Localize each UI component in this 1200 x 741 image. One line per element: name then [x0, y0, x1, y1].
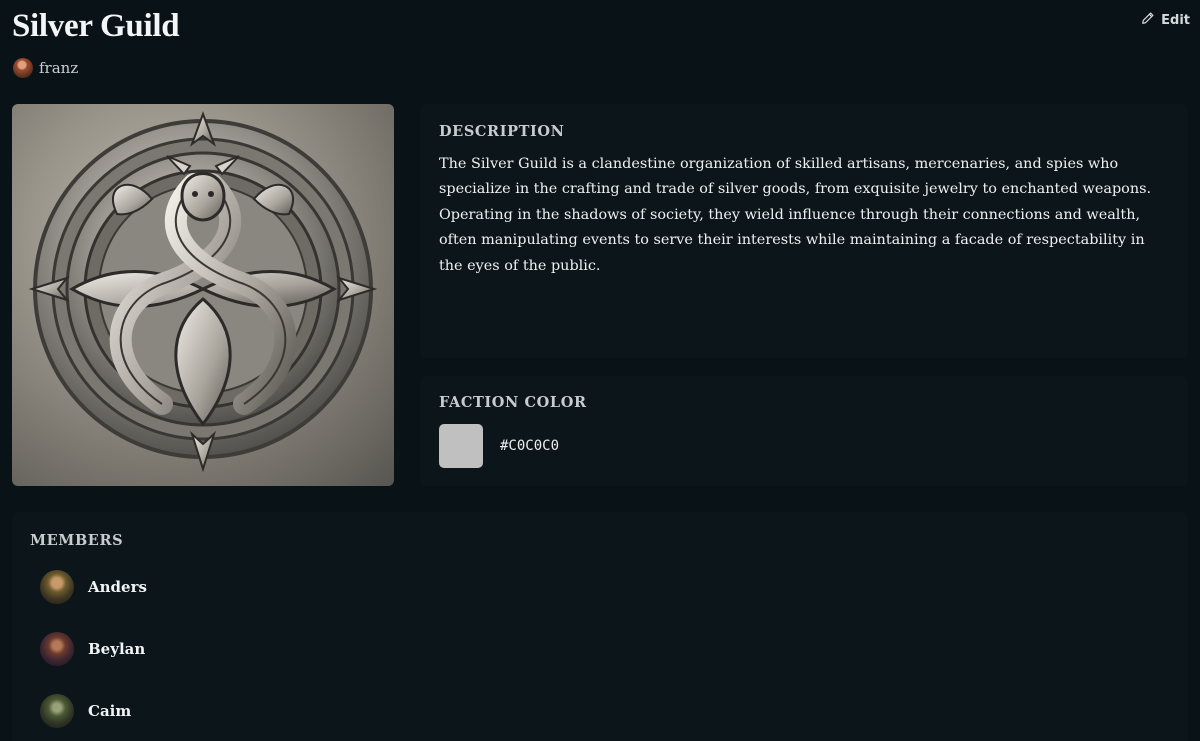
members-panel: MEMBERS Anders Beylan Caim [12, 512, 1188, 741]
member-item[interactable]: Anders [40, 570, 147, 604]
member-avatar [40, 570, 74, 604]
faction-color-panel: FACTION COLOR #C0C0C0 [420, 376, 1188, 486]
color-hex-value: #C0C0C0 [500, 438, 560, 454]
edit-button[interactable]: Edit [1141, 11, 1190, 29]
faction-emblem-image [12, 104, 394, 486]
owner[interactable]: franz [13, 58, 78, 78]
description-heading: DESCRIPTION [439, 123, 565, 140]
owner-name[interactable]: franz [39, 59, 78, 77]
pencil-icon [1141, 11, 1155, 29]
member-name: Anders [88, 578, 147, 596]
color-swatch [439, 424, 483, 468]
member-name: Beylan [88, 640, 146, 658]
page-title: Silver Guild [12, 8, 180, 44]
edit-label: Edit [1161, 12, 1190, 28]
member-name: Caim [88, 702, 132, 720]
faction-color-heading: FACTION COLOR [439, 394, 587, 411]
member-avatar [40, 694, 74, 728]
member-item[interactable]: Beylan [40, 632, 145, 666]
description-text: The Silver Guild is a clandestine organi… [439, 156, 1152, 274]
owner-avatar [13, 58, 33, 78]
member-item[interactable]: Caim [40, 694, 131, 728]
member-avatar [40, 632, 74, 666]
description-panel: DESCRIPTION The Silver Guild is a clande… [420, 104, 1188, 358]
members-heading: MEMBERS [30, 532, 124, 549]
